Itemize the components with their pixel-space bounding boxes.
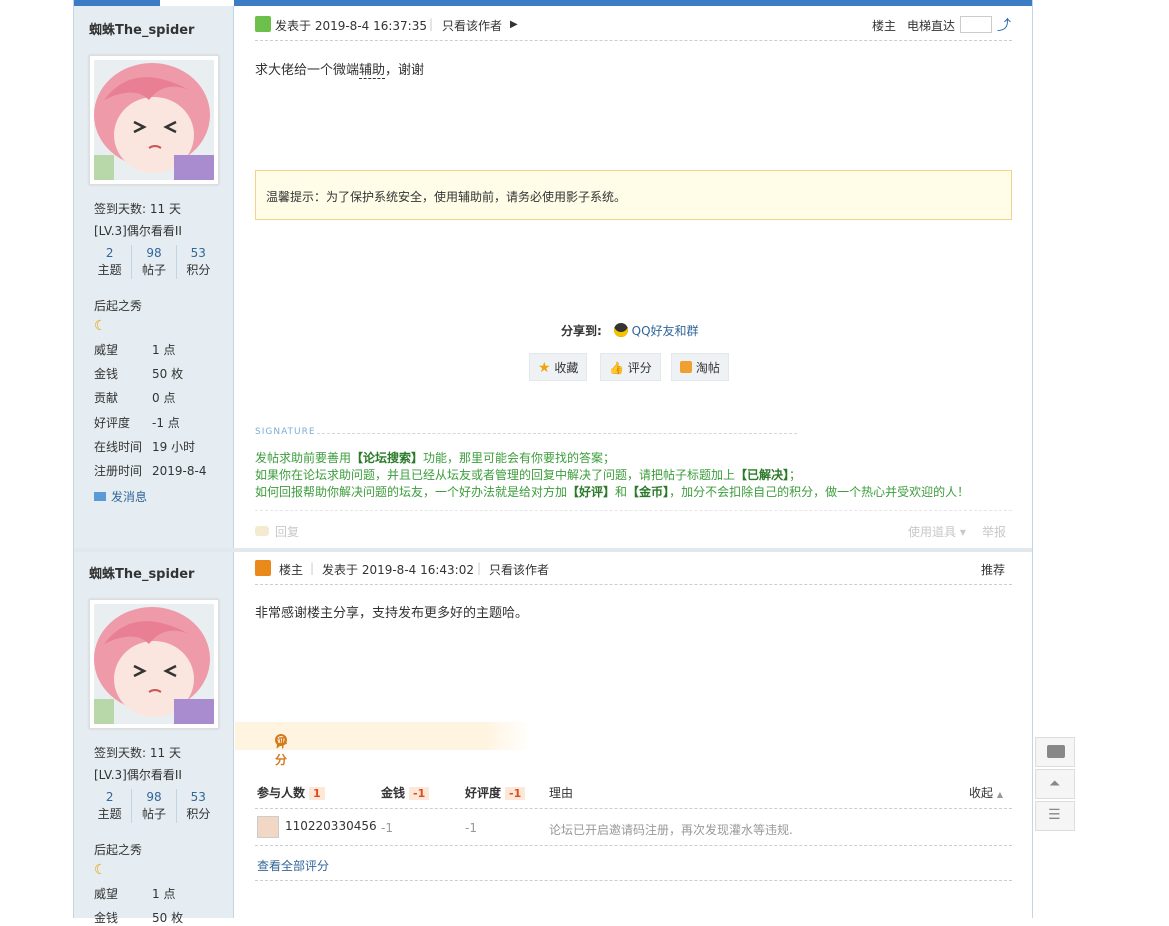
prop-register-time: 注册时间 2019-8-4: [94, 464, 207, 478]
list-button[interactable]: ☰: [1035, 801, 1075, 831]
stat-threads[interactable]: 2 主题: [88, 789, 133, 823]
floor-label: 楼主: [872, 19, 897, 33]
prop-money: 金钱 50 枚: [94, 367, 184, 381]
rate-money-value: -1: [381, 821, 393, 835]
view-all-ratings-link[interactable]: 查看全部评分: [257, 857, 329, 874]
quick-reply-button[interactable]: [1035, 737, 1075, 767]
rate-col-money: 金钱 -1: [381, 784, 430, 801]
rate-col-good: 好评度 -1: [465, 784, 526, 801]
rate-reason-value: 论坛已开启邀请码注册，再次发现灌水等违规.: [549, 823, 793, 837]
post-main: 发表于 2019-8-4 16:37:35 | 只看该作者 ▶ 楼主 电梯直达 …: [255, 6, 1012, 548]
prop-online-time: 在线时间 19 小时: [94, 440, 196, 454]
author-name[interactable]: 蜘蛛The_spider: [89, 563, 194, 582]
moon-icon: ☾: [94, 862, 107, 878]
share-row: 分享到: QQ好友和群: [561, 322, 699, 339]
use-tool-menu[interactable]: 使用道具 ▾: [908, 523, 966, 540]
anime-avatar-image: [94, 60, 214, 180]
rate-col-people: 参与人数 1: [257, 784, 325, 801]
rate-col-reason: 理由: [549, 786, 574, 800]
favorite-button[interactable]: ★ 收藏: [529, 353, 588, 381]
post-time: 发表于 2019-8-4 16:43:02: [322, 563, 474, 577]
post-content: 非常感谢楼主分享，支持发布更多好的主题哈。: [255, 606, 529, 621]
qq-icon: [613, 323, 628, 337]
stat-posts[interactable]: 98 帖子: [132, 245, 177, 279]
user-level[interactable]: [LV.3]偶尔看看II: [94, 222, 182, 239]
online-status-icon: [255, 16, 271, 32]
author-name[interactable]: 蜘蛛The_spider: [89, 19, 194, 38]
author-sidebar: 蜘蛛The_spider 签到天数: 11 天 [LV.3]偶尔看看II 2 主…: [74, 6, 234, 548]
only-author-link[interactable]: 只看该作者: [489, 561, 549, 578]
rater-avatar[interactable]: [257, 816, 279, 838]
jump-floor-label: 电梯直达: [907, 19, 956, 33]
send-message-link[interactable]: 发消息: [94, 488, 147, 505]
thumb-icon: 👍: [609, 361, 624, 375]
sign-days: 签到天数: 11 天: [94, 202, 181, 216]
share-qq-link[interactable]: QQ好友和群: [632, 324, 699, 338]
taotie-button[interactable]: 淘帖: [671, 353, 729, 381]
floor-owner-label: 楼主: [279, 563, 304, 577]
anime-avatar-image: [94, 604, 214, 724]
sign-days: 签到天数: 11 天: [94, 746, 181, 760]
user-group-icon: [255, 560, 271, 576]
post-2: 蜘蛛The_spider 签到天数: 11 天 [LV.3]偶尔看看II 2 主…: [74, 552, 1032, 925]
user-rank: 后起之秀: [94, 843, 143, 857]
post-main: 楼主 | 发表于 2019-8-4 16:43:02 | 只看该作者 推荐 非常…: [235, 552, 1012, 918]
signature-title: SIGNATURE: [255, 427, 316, 437]
rater-name[interactable]: 110220330456: [285, 819, 377, 833]
thread-container: 蜘蛛The_spider 签到天数: 11 天 [LV.3]偶尔看看II 2 主…: [73, 0, 1033, 925]
user-stats: 2 主题 98 帖子 53 积分: [88, 245, 220, 279]
reply-button[interactable]: 回复: [255, 523, 299, 540]
stat-points[interactable]: 53 积分: [177, 789, 220, 823]
list-icon: ☰: [1048, 807, 1061, 823]
warm-tip-box: 温馨提示：为了保护系统安全，使用辅助前，请务必使用影子系统。: [255, 170, 1012, 220]
star-icon: ★: [538, 360, 551, 376]
reply-icon: [255, 526, 269, 536]
avatar[interactable]: [89, 599, 219, 729]
stat-points[interactable]: 53 积分: [177, 245, 220, 279]
jump-go-icon[interactable]: ⤴: [997, 15, 1011, 35]
mail-icon: [94, 492, 106, 501]
keyword-link[interactable]: 辅助: [359, 63, 386, 79]
prop-rating: 好评度 -1 点: [94, 416, 180, 430]
post-header: 楼主 | 发表于 2019-8-4 16:43:02 | 只看该作者 推荐: [255, 556, 1012, 585]
to-top-icon: ⏶: [1049, 776, 1061, 792]
prop-prestige: 威望 1 点: [94, 343, 176, 357]
rate-row: 110220330456 -1 -1 论坛已开启邀请码注册，再次发现灌水等违规.: [255, 816, 1012, 842]
back-to-top-button[interactable]: ⏶: [1035, 769, 1075, 799]
signature: 发帖求助前要善用【论坛搜索】功能，那里可能会有你要找的答案； 如果你在论坛求助问…: [255, 451, 970, 499]
jump-floor-input[interactable]: [960, 16, 992, 33]
prop-contribution: 贡献 0 点: [94, 391, 176, 405]
user-stats: 2 主题 98 帖子 53 积分: [88, 789, 220, 823]
only-author-link[interactable]: 只看该作者: [442, 17, 502, 34]
recommend-link[interactable]: 推荐: [981, 561, 1005, 578]
share-label: 分享到:: [561, 324, 602, 338]
rate-button[interactable]: 👍 评分: [600, 353, 661, 381]
post-header: 发表于 2019-8-4 16:37:35 | 只看该作者 ▶ 楼主 电梯直达 …: [255, 12, 1012, 41]
post-content: 求大佬给一个微端辅助，谢谢: [255, 63, 425, 79]
post-time: 发表于 2019-8-4 16:37:35: [275, 19, 427, 33]
prop-prestige: 威望 1 点: [94, 887, 176, 901]
rate-good-value: -1: [465, 821, 477, 835]
stat-posts[interactable]: 98 帖子: [132, 789, 177, 823]
user-rank: 后起之秀: [94, 299, 143, 313]
user-level[interactable]: [LV.3]偶尔看看II: [94, 766, 182, 783]
report-link[interactable]: 举报: [982, 523, 1006, 540]
arrow-right-icon[interactable]: ▶: [510, 19, 518, 30]
post-1: 蜘蛛The_spider 签到天数: 11 天 [LV.3]偶尔看看II 2 主…: [74, 6, 1032, 548]
moon-icon: ☾: [94, 318, 107, 334]
avatar[interactable]: [89, 55, 219, 185]
chat-icon: [1047, 745, 1065, 758]
collapse-rating-link[interactable]: 收起 ▲: [969, 784, 1003, 801]
author-sidebar: 蜘蛛The_spider 签到天数: 11 天 [LV.3]偶尔看看II 2 主…: [74, 552, 234, 925]
box-icon: [680, 361, 692, 373]
stat-threads[interactable]: 2 主题: [88, 245, 133, 279]
